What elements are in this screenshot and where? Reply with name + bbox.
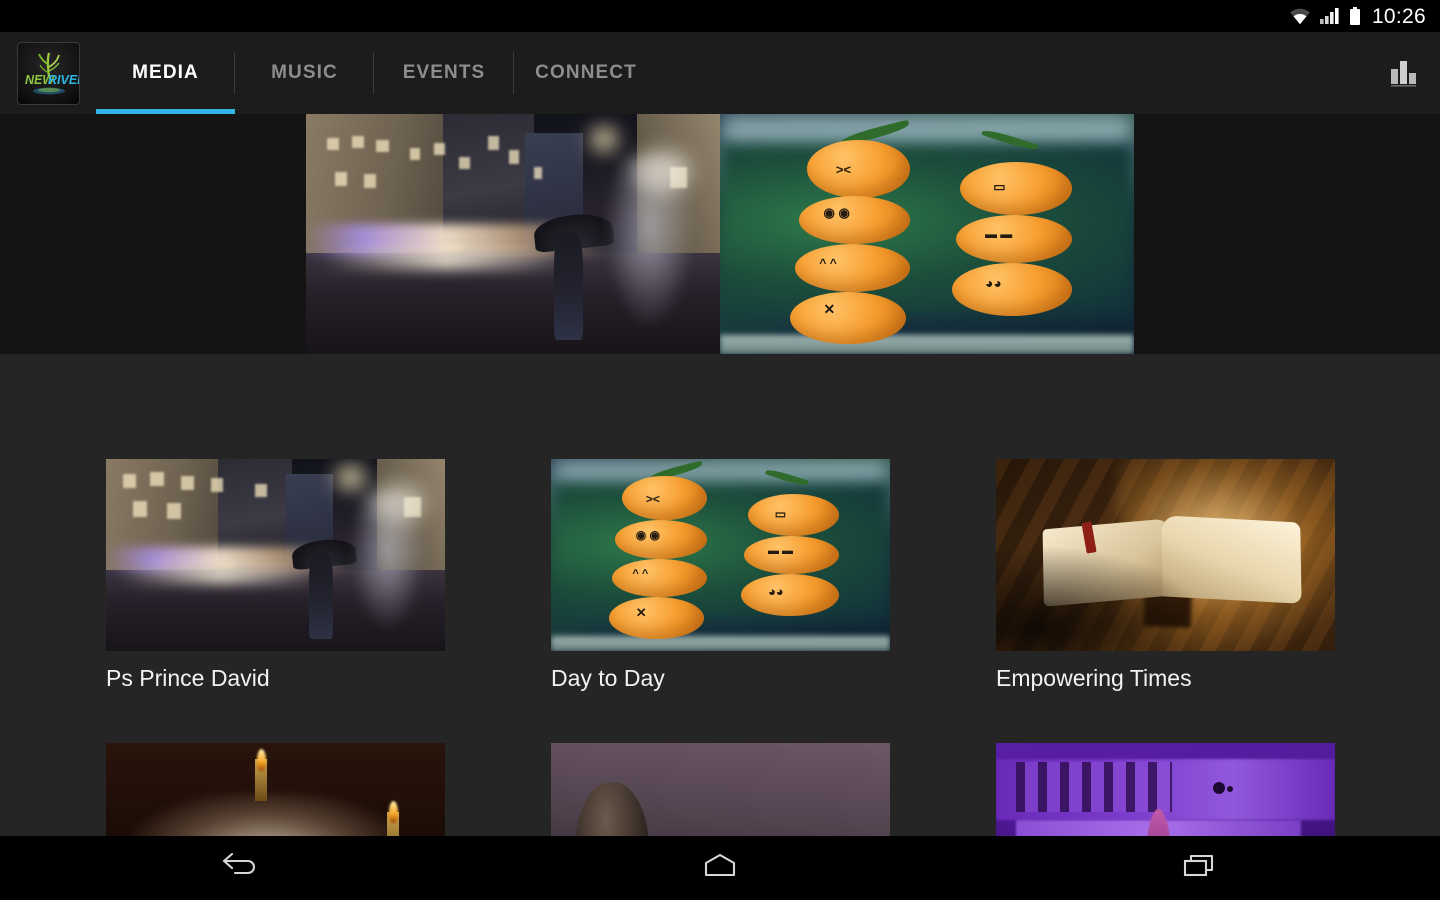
media-thumbnail [996,743,1335,836]
tab-media[interactable]: MEDIA [96,32,235,114]
media-card[interactable]: Ps Prince David [106,459,445,691]
tab-music-label: MUSIC [271,62,338,83]
media-card-title: Empowering Times [996,665,1192,691]
app-logo-button[interactable]: NEW RIVERS [0,32,96,114]
new-rivers-logo: NEW RIVERS [16,41,80,105]
media-card[interactable] [551,743,890,836]
recents-icon [1178,851,1222,886]
logo-artwork: NEW RIVERS [25,52,80,94]
media-grid-section: Ps Prince David >< ◉ ◉ ^ ^ ✕ ▭ ▬ ▬ ◕◕ Da… [0,354,1440,836]
media-card-title: Ps Prince David [106,665,270,691]
media-card[interactable] [996,743,1335,836]
status-bar-clock: 10:26 [1371,4,1426,28]
media-thumbnail [996,459,1335,651]
wifi-icon [1289,7,1311,25]
status-bar: 10:26 [0,0,1440,32]
tab-music[interactable]: MUSIC [235,32,374,114]
tab-connect-label: CONNECT [535,62,637,83]
media-thumbnail: >< ◉ ◉ ^ ^ ✕ ▭ ▬ ▬ ◕◕ [551,459,890,651]
action-bar: NEW RIVERS MEDIA MUSIC EVENTS CONNECT [0,32,1440,114]
tab-connect[interactable]: CONNECT [514,32,658,114]
media-thumbnail [106,459,445,651]
banner-slide-rainy-city[interactable] [306,114,720,354]
tab-events-label: EVENTS [402,62,486,83]
featured-banner: >< ◉ ◉ ^ ^ ✕ ▭ ▬ ▬ ◕◕ [0,114,1440,354]
tab-events[interactable]: EVENTS [374,32,514,114]
banner-slide-oranges[interactable]: >< ◉ ◉ ^ ^ ✕ ▭ ▬ ▬ ◕◕ [720,114,1134,354]
media-card[interactable]: >< ◉ ◉ ^ ^ ✕ ▭ ▬ ▬ ◕◕ Day to Day [551,459,890,691]
oranges-with-faces-image: >< ◉ ◉ ^ ^ ✕ ▭ ▬ ▬ ◕◕ [720,114,1134,354]
battery-icon [1349,6,1361,26]
bar-chart-button[interactable] [1370,32,1440,114]
media-grid: Ps Prince David >< ◉ ◉ ^ ^ ✕ ▭ ▬ ▬ ◕◕ Da… [106,459,1335,836]
cellular-signal-icon [1319,7,1340,25]
purple-stage-lights-image [996,743,1335,836]
tab-media-label: MEDIA [132,62,199,83]
bar-chart-icon [1388,55,1422,92]
man-portrait-mauve-image [551,743,890,836]
rainy-city-street-night-image [106,459,445,651]
svg-text:RIVERS: RIVERS [48,73,80,87]
media-thumbnail [106,743,445,836]
rainy-city-street-night-image [306,114,720,354]
media-thumbnail [551,743,890,836]
candles-crown-of-thorns-image [106,743,445,836]
app-screen: 10:26 NEW RIVERS [0,0,1440,900]
banner-carousel[interactable]: >< ◉ ◉ ^ ^ ✕ ▭ ▬ ▬ ◕◕ [306,114,1134,354]
media-card-title: Day to Day [551,665,665,691]
nav-recents-button[interactable] [960,836,1440,900]
nav-home-button[interactable] [480,836,960,900]
oranges-with-faces-image: >< ◉ ◉ ^ ^ ✕ ▭ ▬ ▬ ◕◕ [551,459,890,651]
open-bible-warm-light-image [996,459,1335,651]
back-arrow-icon [218,851,262,886]
nav-back-button[interactable] [0,836,480,900]
tab-bar: MEDIA MUSIC EVENTS CONNECT [96,32,658,114]
system-navigation-bar [0,836,1440,900]
media-card[interactable]: Empowering Times [996,459,1335,691]
media-card[interactable] [106,743,445,836]
home-icon [698,851,742,886]
